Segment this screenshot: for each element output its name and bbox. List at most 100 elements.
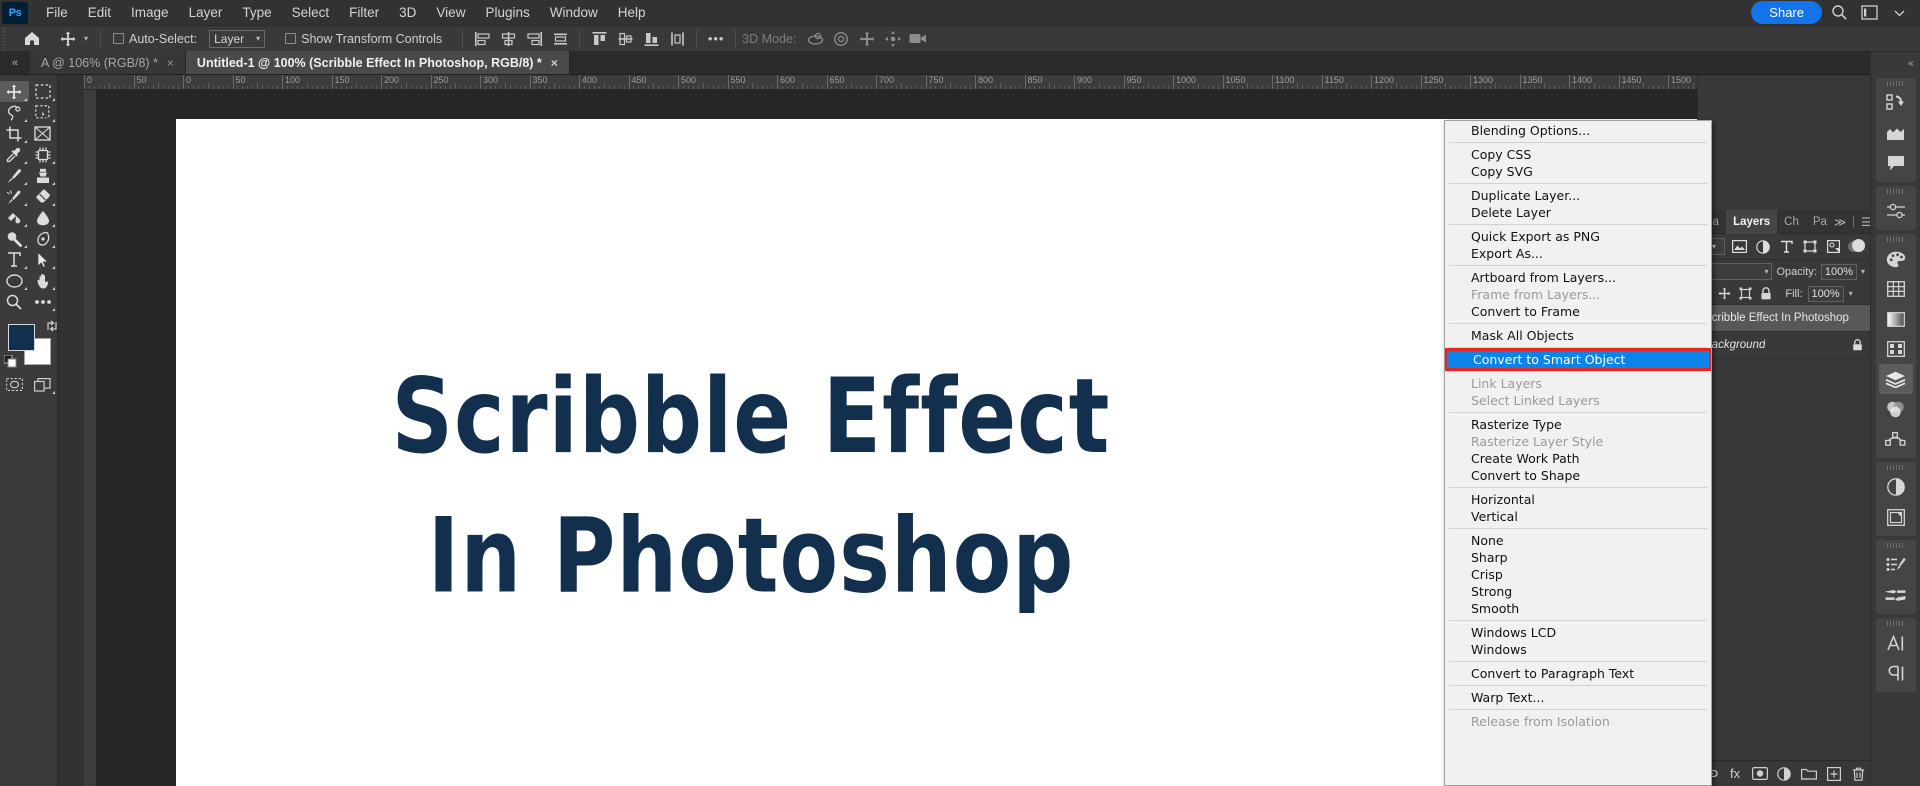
context-menu-item-rasterize-type[interactable]: Rasterize Type — [1445, 416, 1711, 433]
dodge-tool[interactable] — [0, 228, 29, 249]
rail-group-grip[interactable] — [1886, 543, 1905, 548]
slide-3d-icon[interactable] — [880, 28, 906, 50]
panel-overflow-icon[interactable]: ≫ — [1834, 215, 1846, 229]
fill-chevron-icon[interactable]: ▾ — [1849, 289, 1853, 298]
menu-item-view[interactable]: View — [426, 2, 475, 23]
swatches-icon[interactable] — [1879, 274, 1913, 304]
menu-item-3d[interactable]: 3D — [389, 2, 426, 23]
layers-icon[interactable] — [1878, 364, 1913, 394]
menu-item-window[interactable]: Window — [540, 2, 608, 23]
context-menu-item-horizontal[interactable]: Horizontal — [1445, 491, 1711, 508]
menu-item-help[interactable]: Help — [608, 2, 656, 23]
context-menu-item-strong[interactable]: Strong — [1445, 583, 1711, 600]
paragraph-icon[interactable] — [1879, 658, 1913, 688]
show-transform-checkbox-box[interactable] — [285, 33, 297, 44]
context-menu-item-delete-layer[interactable]: Delete Layer — [1445, 204, 1711, 221]
layer-context-menu[interactable]: Blending Options... Copy CSS Copy SVG Dupli… — [1444, 120, 1712, 786]
collapse-panel-icon[interactable]: « — [0, 51, 30, 74]
eyedropper-tool[interactable] — [0, 144, 29, 165]
adjustment-layer-filter-icon[interactable] — [1753, 237, 1772, 256]
frame-tool[interactable] — [29, 123, 58, 144]
object-selection-tool[interactable] — [29, 102, 58, 123]
new-layer-icon[interactable] — [1824, 764, 1844, 784]
lock-position-icon[interactable] — [1716, 286, 1732, 302]
more-options-icon[interactable]: ••• — [703, 28, 729, 50]
pixel-layer-filter-icon[interactable] — [1730, 237, 1749, 256]
align-right-edges-icon[interactable] — [521, 28, 547, 50]
document-tab[interactable]: A @ 106% (RGB/8) * × — [30, 51, 186, 74]
lock-artboard-icon[interactable] — [1737, 286, 1753, 302]
menu-item-type[interactable]: Type — [232, 2, 281, 23]
context-menu-item-crisp[interactable]: Crisp — [1445, 566, 1711, 583]
context-menu-item-sharp[interactable]: Sharp — [1445, 549, 1711, 566]
blend-mode-select[interactable]: ▾ — [1703, 263, 1773, 280]
path-selection-tool[interactable] — [29, 249, 58, 270]
color-icon[interactable] — [1879, 244, 1913, 274]
align-top-edges-icon[interactable] — [586, 28, 612, 50]
search-icon[interactable] — [1826, 1, 1852, 25]
blur-tool[interactable] — [29, 207, 58, 228]
fill-value-field[interactable]: 100% — [1807, 285, 1844, 302]
layer-scope-select[interactable]: Layer ▾ — [209, 29, 266, 48]
show-transform-controls-checkbox[interactable]: Show Transform Controls — [279, 26, 448, 51]
screen-mode-tool[interactable] — [29, 374, 58, 395]
roll-3d-icon[interactable] — [828, 28, 854, 50]
context-menu-item-windows-lcd[interactable]: Windows LCD — [1445, 624, 1711, 641]
context-menu-item-mask-all-objects[interactable]: Mask All Objects — [1445, 327, 1711, 344]
distribute-vertical-icon[interactable] — [664, 28, 690, 50]
context-menu-item-blending-options[interactable]: Blending Options... — [1445, 122, 1711, 139]
type-layer-filter-icon[interactable] — [1777, 237, 1796, 256]
menu-item-filter[interactable]: Filter — [339, 2, 389, 23]
context-menu-item-create-work-path[interactable]: Create Work Path — [1445, 450, 1711, 467]
crop-tool[interactable] — [0, 123, 29, 144]
gradient-tool[interactable] — [0, 207, 29, 228]
new-adjustment-layer-icon[interactable] — [1774, 764, 1794, 784]
horizontal-ruler[interactable]: 0 50 0 50 100 150 200 250 300 350 400 450 500 550 600 6… — [84, 75, 1854, 90]
layer-style-icon[interactable]: fx — [1725, 764, 1745, 784]
smart-object-filter-icon[interactable] — [1825, 237, 1844, 256]
adjustments-panel-icon[interactable] — [1879, 472, 1913, 502]
quick-mask-mode-tool[interactable] — [0, 374, 29, 395]
rail-group-grip[interactable] — [1886, 621, 1905, 626]
context-menu-item-artboard-from-layers[interactable]: Artboard from Layers... — [1445, 269, 1711, 286]
brushes-icon[interactable] — [1879, 580, 1913, 610]
document-tab-active[interactable]: Untitled-1 @ 100% (Scribble Effect In Ph… — [185, 51, 570, 74]
camera-3d-icon[interactable] — [906, 28, 932, 50]
rail-group-grip[interactable] — [1886, 465, 1905, 470]
auto-select-checkbox-box[interactable] — [113, 33, 125, 44]
brush-settings-icon[interactable] — [1879, 550, 1913, 580]
context-menu-item-convert-to-smart-object[interactable]: Convert to Smart Object — [1445, 348, 1711, 371]
context-menu-item-convert-to-paragraph-text[interactable]: Convert to Paragraph Text — [1445, 665, 1711, 682]
opacity-value-field[interactable]: 100% — [1820, 263, 1857, 280]
foreground-color-swatch[interactable] — [8, 324, 35, 351]
context-menu-item-convert-to-shape[interactable]: Convert to Shape — [1445, 467, 1711, 484]
context-menu-item-copy-css[interactable]: Copy CSS — [1445, 146, 1711, 163]
properties-icon[interactable] — [1879, 196, 1913, 226]
orbit-3d-icon[interactable] — [802, 28, 828, 50]
vertical-ruler[interactable] — [84, 90, 97, 786]
panel-tab-pa[interactable]: Pa — [1806, 210, 1834, 234]
layer-comps-icon[interactable] — [1879, 502, 1913, 532]
swap-colors-icon[interactable] — [46, 320, 58, 332]
edit-toolbar-tool[interactable] — [29, 291, 58, 312]
layer-row[interactable]: Background — [1698, 332, 1870, 359]
context-menu-item-quick-export-as-png[interactable]: Quick Export as PNG — [1445, 228, 1711, 245]
menu-item-edit[interactable]: Edit — [78, 2, 121, 23]
context-menu-item-vertical[interactable]: Vertical — [1445, 508, 1711, 525]
close-icon[interactable]: × — [167, 56, 174, 70]
active-tool-move-icon[interactable]: ▾ — [54, 26, 94, 51]
context-menu-item-duplicate-layer[interactable]: Duplicate Layer... — [1445, 187, 1711, 204]
paths-icon[interactable] — [1879, 424, 1913, 454]
panel-tab-layers[interactable]: Layers — [1726, 209, 1778, 234]
context-menu-item-none[interactable]: None — [1445, 532, 1711, 549]
home-button[interactable] — [10, 26, 54, 51]
context-menu-item-smooth[interactable]: Smooth — [1445, 600, 1711, 617]
tool-preset-chevron-icon[interactable]: ▾ — [84, 34, 88, 43]
comments-icon[interactable] — [1879, 148, 1913, 178]
rail-group-grip[interactable] — [1886, 189, 1905, 194]
auto-select-checkbox[interactable]: Auto-Select: — [107, 26, 203, 51]
context-menu-item-convert-to-frame[interactable]: Convert to Frame — [1445, 303, 1711, 320]
menu-item-layer[interactable]: Layer — [179, 2, 233, 23]
rectangular-marquee-tool[interactable] — [29, 81, 58, 102]
align-bottom-edges-icon[interactable] — [638, 28, 664, 50]
